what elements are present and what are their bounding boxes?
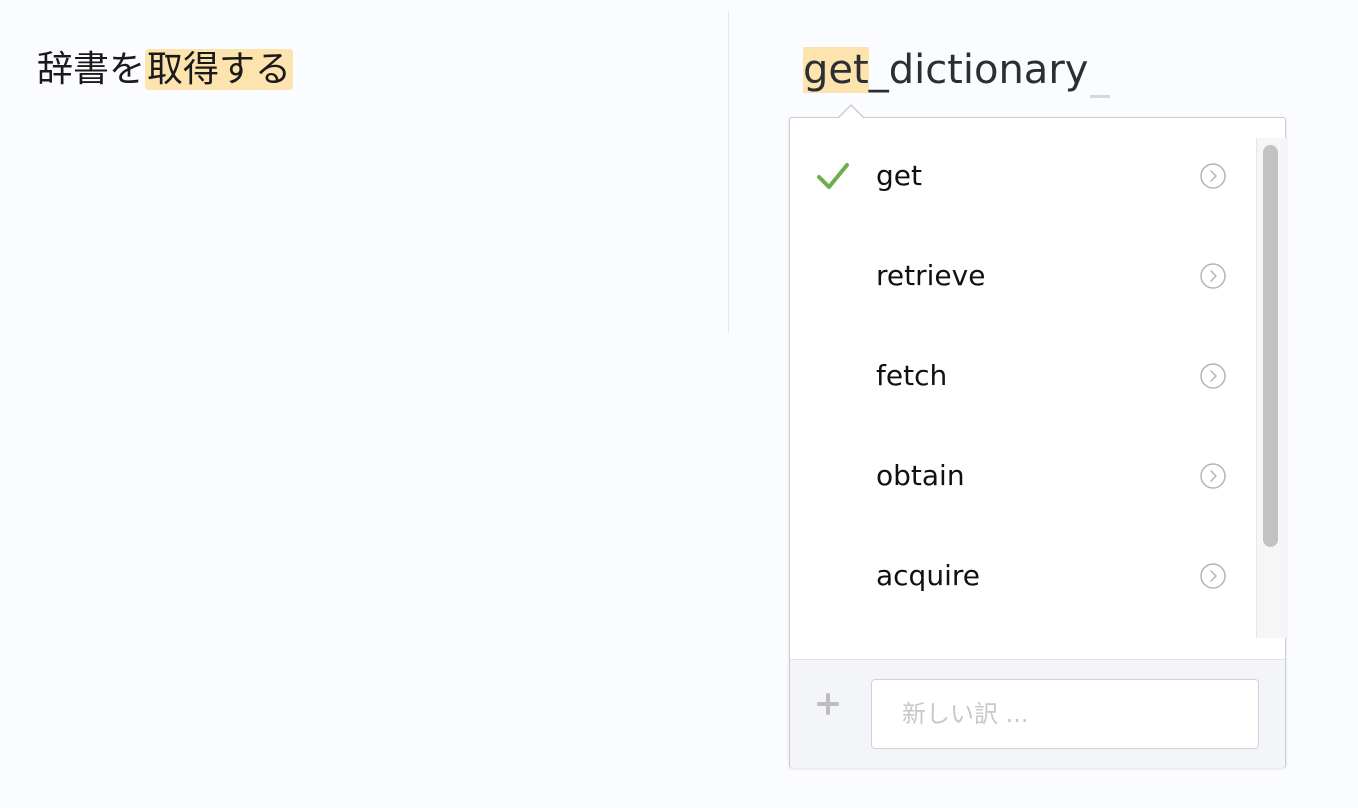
source-sentence: 辞書を取得する [37, 44, 294, 96]
suggestion-item[interactable]: acquire [790, 518, 1256, 618]
target-rest: _dictionary [868, 47, 1089, 93]
column-divider [728, 12, 729, 332]
target-identifier[interactable]: get_dictionary [803, 44, 1111, 98]
target-highlighted-word[interactable]: get [803, 47, 869, 93]
new-translation-input[interactable] [871, 679, 1259, 749]
chevron-circle-right-icon[interactable] [1200, 463, 1226, 489]
scrollbar-thumb[interactable] [1263, 145, 1278, 547]
new-translation-footer [790, 659, 1285, 768]
chevron-circle-right-icon[interactable] [1200, 363, 1226, 389]
suggestion-item[interactable]: obtain [790, 418, 1256, 518]
suggestion-label: fetch [876, 359, 948, 392]
check-icon [817, 163, 849, 189]
chevron-circle-right-icon[interactable] [1200, 163, 1226, 189]
chevron-circle-right-icon[interactable] [1200, 263, 1226, 289]
suggestion-list: get retrieve fetch obtain acquire [790, 118, 1256, 638]
popup-pointer-fill [839, 106, 863, 118]
suggestion-item[interactable]: retrieve [790, 218, 1256, 318]
plus-icon[interactable] [816, 692, 840, 716]
suggestion-label: get [876, 159, 922, 192]
suggestion-label: obtain [876, 459, 965, 492]
chevron-circle-right-icon[interactable] [1200, 563, 1226, 589]
trailing-cursor [1090, 95, 1111, 98]
suggestion-label: retrieve [876, 259, 986, 292]
translation-suggestions-popup: get retrieve fetch obtain acquire 新しい訳 .… [789, 117, 1286, 768]
suggestion-item[interactable]: fetch [790, 318, 1256, 418]
source-text: 辞書を [37, 49, 146, 90]
suggestion-item[interactable]: get [790, 118, 1256, 218]
source-highlighted-phrase: 取得する [145, 49, 294, 90]
suggestion-label: acquire [876, 559, 980, 592]
